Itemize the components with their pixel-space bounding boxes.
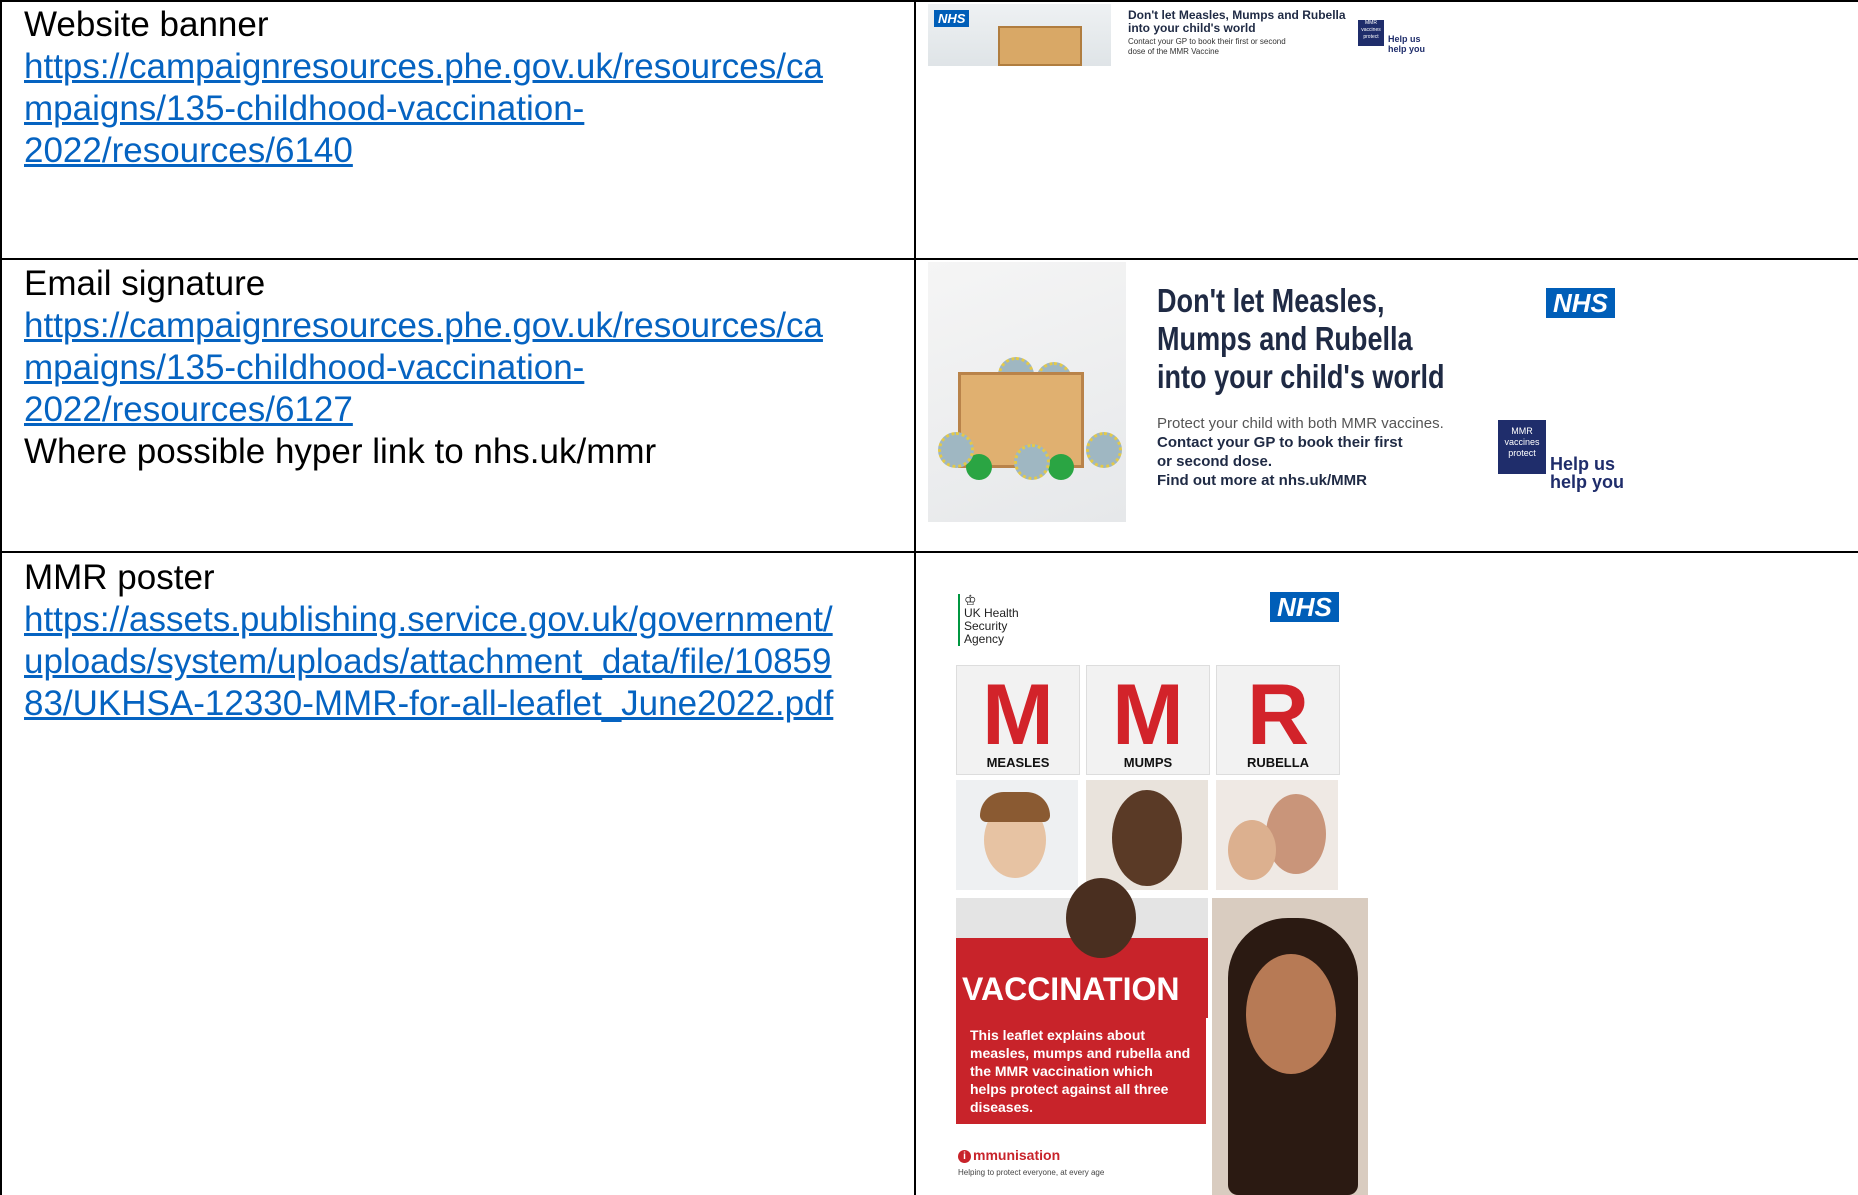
table-border-top — [0, 0, 1858, 2]
nhs-logo: NHS — [934, 10, 970, 27]
face — [1246, 954, 1336, 1074]
photo-mother-child — [1216, 780, 1338, 890]
mmr-poster-image: ♔ UK Health Security Agency NHS M MEASLE… — [950, 582, 1380, 1195]
help-line: help you — [1388, 44, 1426, 54]
nhs-logo: NHS — [1546, 288, 1615, 318]
toy-wheel — [1048, 454, 1074, 480]
tile-measles: M MEASLES — [956, 665, 1080, 775]
face — [1066, 878, 1136, 958]
headline-line: into your child's world — [1157, 358, 1445, 395]
email-signature-image: Don't let Measles, Mumps and Rubella int… — [928, 262, 1633, 522]
link-line: mpaigns/135-childhood-vaccination- — [24, 89, 585, 128]
face — [1266, 794, 1326, 874]
headline-line: Mumps and Rubella — [1157, 320, 1413, 357]
photo-girl-smiling — [1212, 898, 1368, 1195]
germ-toy — [1086, 432, 1122, 468]
banner-headline: into your child's world — [1128, 21, 1256, 35]
tile-letter: M — [1112, 667, 1184, 763]
row-mmr-poster-text: MMR poster https://assets.publishing.ser… — [24, 557, 833, 725]
link-line: uploads/system/uploads/attachment_data/f… — [24, 642, 832, 681]
tile-letter: M — [982, 667, 1054, 763]
link-line: https://assets.publishing.service.gov.uk… — [24, 600, 833, 639]
resource-link[interactable]: https://campaignresources.phe.gov.uk/res… — [24, 46, 823, 172]
row-title: Email signature — [24, 264, 266, 303]
help-us-text: Help us help you — [1388, 34, 1425, 54]
poster-tagline: Helping to protect everyone, at every ag… — [958, 1168, 1105, 1177]
tile-letter: R — [1246, 667, 1310, 763]
photo-boy — [956, 780, 1078, 890]
immunisation-logo: i mmunisation — [958, 1147, 1060, 1163]
link-line: 2022/resources/6140 — [24, 131, 353, 170]
mmr-badge: MMR vaccines protect — [1498, 420, 1546, 474]
table-column-divider — [914, 0, 916, 1195]
link-line: mpaigns/135-childhood-vaccination- — [24, 348, 585, 387]
table-border-left — [0, 0, 2, 1195]
germ-toy — [1014, 444, 1050, 480]
toy-box — [998, 26, 1082, 66]
banner-subtext: Contact your GP to book their first or s… — [1128, 37, 1286, 46]
immunisation-word: mmunisation — [973, 1147, 1061, 1163]
link-line: 83/UKHSA-12330-MMR-for-all-leaflet_June2… — [24, 684, 834, 723]
resource-link[interactable]: https://assets.publishing.service.gov.uk… — [24, 599, 833, 725]
face — [1228, 820, 1276, 880]
row-title: MMR poster — [24, 558, 215, 597]
link-line: 2022/resources/6127 — [24, 390, 353, 429]
help-line: Help us — [1388, 34, 1421, 44]
org-line: Agency — [964, 632, 1005, 646]
body-line: or second dose. — [1157, 453, 1273, 470]
tile-label: RUBELLA — [1246, 755, 1310, 770]
table-row-divider — [0, 551, 1858, 553]
tile-label: MEASLES — [986, 755, 1050, 770]
body-line: Protect your child with both MMR vaccine… — [1157, 415, 1444, 432]
body-line: Contact your GP to book their first — [1157, 434, 1403, 451]
help-line: Help us — [1550, 454, 1616, 474]
toy-box-photo: NHS — [928, 4, 1111, 66]
germ-toy — [938, 432, 974, 468]
signature-headline: Don't let Measles, Mumps and Rubella int… — [1157, 282, 1445, 396]
resource-link[interactable]: https://campaignresources.phe.gov.uk/res… — [24, 305, 823, 431]
tile-mumps: M MUMPS — [1086, 665, 1210, 775]
tile-rubella: R RUBELLA — [1216, 665, 1340, 775]
banner-subtext: dose of the MMR Vaccine — [1128, 47, 1220, 56]
banner-text: Don't let Measles, Mumps and Rubella int… — [1128, 9, 1346, 57]
link-line: https://campaignresources.phe.gov.uk/res… — [24, 306, 823, 345]
info-icon: i — [958, 1149, 971, 1163]
body-line: Find out more at nhs.uk/MMR — [1157, 472, 1367, 489]
tile-label: MUMPS — [1123, 755, 1173, 770]
photo-man — [1086, 780, 1208, 890]
row-email-signature-text: Email signature https://campaignresource… — [24, 263, 823, 473]
headline-line: Don't let Measles, — [1157, 282, 1385, 319]
hair — [980, 792, 1050, 822]
poster-description: This leaflet explains about measles, mum… — [956, 1014, 1206, 1124]
link-line: https://campaignresources.phe.gov.uk/res… — [24, 47, 823, 86]
toy-box-photo — [928, 262, 1126, 522]
mmr-badge: MMR vaccines protect — [1358, 20, 1384, 46]
row-note: Where possible hyper link to nhs.uk/mmr — [24, 432, 657, 471]
table-row-divider — [0, 258, 1858, 260]
vaccination-heading: VACCINATION — [956, 970, 1186, 1008]
face — [1112, 790, 1182, 886]
signature-body: Protect your child with both MMR vaccine… — [1157, 414, 1444, 490]
nhs-logo: NHS — [1270, 592, 1339, 622]
website-banner-image: NHS Don't let Measles, Mumps and Rubella… — [928, 4, 1438, 66]
help-line: help you — [1550, 472, 1625, 492]
ukhsa-logo: ♔ UK Health Security Agency — [958, 593, 1019, 646]
row-title: Website banner — [24, 5, 269, 44]
row-website-banner-text: Website banner https://campaignresources… — [24, 4, 823, 172]
help-us-text: Help us help you — [1550, 455, 1624, 491]
